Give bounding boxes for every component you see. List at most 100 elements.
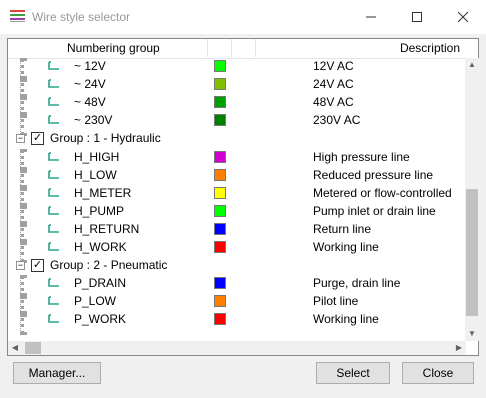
minimize-icon bbox=[366, 16, 376, 18]
tree-leaf-row[interactable]: P_DRAIN Purge, drain line bbox=[8, 275, 466, 300]
wire-style-description: Reduced pressure line bbox=[313, 167, 434, 182]
tree-group-row[interactable]: − ✓ Group : 1 - Hydraulic bbox=[8, 130, 466, 148]
tree-connector bbox=[20, 311, 24, 336]
wire-style-description: 230V AC bbox=[313, 113, 361, 128]
scroll-left-icon[interactable]: ◀ bbox=[8, 341, 22, 355]
tree-leaf-row[interactable]: P_LOW Pilot line bbox=[8, 293, 466, 318]
wire-style-description: Metered or flow-controlled bbox=[313, 185, 452, 200]
tree-leaf-row[interactable]: H_WORK Working line bbox=[8, 239, 466, 263]
tree-leaf-icon bbox=[48, 151, 59, 161]
vertical-scroll-thumb[interactable] bbox=[466, 189, 478, 316]
tree-leaf-row[interactable]: H_LOW Reduced pressure line bbox=[8, 166, 466, 191]
tree-leaf-icon bbox=[48, 314, 59, 324]
wire-style-description: High pressure line bbox=[313, 149, 410, 164]
header-color-col[interactable] bbox=[208, 39, 232, 57]
column-header: Numbering group Description bbox=[8, 39, 466, 59]
tree-leaf-icon bbox=[48, 61, 59, 70]
tree-rows: ~ 12V 12V AC ~ 24V 24V AC ~ 48V 48V AC ~ 230V 2… bbox=[8, 58, 466, 341]
color-swatch bbox=[214, 114, 226, 127]
maximize-icon bbox=[412, 12, 422, 22]
tree-leaf-row[interactable]: H_HIGH High pressure line bbox=[8, 148, 466, 173]
tree-leaf-icon bbox=[48, 278, 59, 287]
tree-leaf-row[interactable]: ~ 12V 12V AC bbox=[8, 58, 466, 82]
color-swatch bbox=[214, 277, 226, 290]
tree-leaf-icon bbox=[48, 97, 59, 106]
window-title: Wire style selector bbox=[32, 10, 131, 24]
tree-leaf-icon bbox=[48, 296, 59, 306]
tree-leaf-icon bbox=[48, 224, 59, 233]
wire-style-name: H_HIGH bbox=[74, 149, 120, 164]
color-swatch bbox=[214, 96, 226, 109]
color-swatch bbox=[214, 204, 226, 217]
wire-style-description: Working line bbox=[313, 240, 379, 254]
scroll-up-icon[interactable]: ▲ bbox=[465, 58, 479, 72]
tree-leaf-icon bbox=[48, 115, 59, 125]
wire-style-name: H_METER bbox=[74, 185, 132, 200]
color-swatch bbox=[214, 168, 226, 181]
color-swatch bbox=[214, 60, 226, 72]
header-numbering-group[interactable]: Numbering group bbox=[8, 39, 208, 57]
wire-style-description: 24V AC bbox=[313, 77, 354, 92]
manager-button[interactable]: Manager... bbox=[13, 362, 101, 384]
color-swatch bbox=[214, 241, 226, 253]
header-description[interactable]: Description bbox=[256, 39, 466, 57]
tree-leaf-row[interactable]: ~ 24V 24V AC bbox=[8, 76, 466, 101]
tree-group-row[interactable]: − ✓ Group : 2 - Pneumatic bbox=[8, 257, 466, 275]
tree-leaf-icon bbox=[48, 79, 59, 88]
group-checkbox[interactable]: ✓ bbox=[31, 132, 44, 146]
collapse-toggle-icon[interactable]: − bbox=[16, 134, 25, 144]
maximize-button[interactable] bbox=[394, 0, 440, 34]
wire-style-description: 48V AC bbox=[313, 95, 354, 110]
wire-style-name: H_RETURN bbox=[74, 221, 140, 236]
title-bar: Wire style selector bbox=[0, 0, 486, 34]
tree-leaf-icon bbox=[48, 205, 59, 215]
tree-leaf-row[interactable]: ~ 230V 230V AC bbox=[8, 112, 466, 137]
wire-style-description: Pump inlet or drain line bbox=[313, 203, 436, 218]
tree-leaf-row[interactable]: H_RETURN Return line bbox=[8, 220, 466, 245]
wire-style-name: ~ 230V bbox=[74, 113, 113, 128]
wire-style-name: H_LOW bbox=[74, 167, 117, 182]
tree-leaf-row[interactable]: H_METER Metered or flow-controlled bbox=[8, 184, 466, 209]
tree-leaf-row[interactable]: H_PUMP Pump inlet or drain line bbox=[8, 202, 466, 227]
tree-leaf-row[interactable]: P_WORK Working line bbox=[8, 311, 466, 336]
wire-style-tree-list[interactable]: Numbering group Description ~ 12V 12V AC ~… bbox=[7, 38, 479, 356]
close-button[interactable]: Close bbox=[402, 362, 474, 384]
group-checkbox[interactable]: ✓ bbox=[31, 259, 44, 273]
collapse-toggle-icon[interactable]: − bbox=[16, 261, 25, 271]
wire-style-description: 12V AC bbox=[313, 59, 354, 73]
horizontal-scrollbar[interactable]: ◀ ▶ bbox=[8, 341, 466, 355]
header-extra-col[interactable] bbox=[232, 39, 256, 57]
close-icon bbox=[457, 11, 469, 23]
wire-style-name: P_DRAIN bbox=[74, 276, 127, 291]
wire-style-name: H_WORK bbox=[74, 240, 127, 254]
wire-style-name: H_PUMP bbox=[74, 203, 125, 218]
color-swatch bbox=[214, 295, 226, 308]
scroll-down-icon[interactable]: ▼ bbox=[465, 327, 479, 341]
minimize-button[interactable] bbox=[348, 0, 394, 34]
color-swatch bbox=[214, 222, 226, 235]
tree-leaf-icon bbox=[48, 242, 59, 251]
app-icon bbox=[10, 10, 25, 22]
color-swatch bbox=[214, 78, 226, 91]
select-button[interactable]: Select bbox=[316, 362, 390, 384]
group-label: Group : 2 - Pneumatic bbox=[50, 258, 168, 273]
tree-leaf-row[interactable]: ~ 48V 48V AC bbox=[8, 94, 466, 119]
wire-style-name: ~ 48V bbox=[74, 95, 106, 110]
group-label: Group : 1 - Hydraulic bbox=[50, 131, 161, 146]
color-swatch bbox=[214, 150, 226, 163]
wire-style-description: Return line bbox=[313, 221, 372, 236]
wire-style-description: Working line bbox=[313, 312, 379, 327]
tree-leaf-icon bbox=[48, 169, 59, 179]
color-swatch bbox=[214, 186, 226, 199]
close-window-button[interactable] bbox=[440, 0, 486, 34]
scroll-right-icon[interactable]: ▶ bbox=[452, 341, 466, 355]
wire-style-name: P_WORK bbox=[74, 312, 127, 327]
wire-style-description: Purge, drain line bbox=[313, 276, 401, 291]
wire-style-name: ~ 12V bbox=[74, 59, 106, 73]
wire-style-description: Pilot line bbox=[313, 294, 359, 309]
tree-leaf-icon bbox=[48, 187, 59, 197]
vertical-scrollbar[interactable]: ▲ ▼ bbox=[465, 58, 479, 341]
horizontal-scroll-thumb[interactable] bbox=[25, 342, 41, 354]
wire-style-name: ~ 24V bbox=[74, 77, 106, 92]
color-swatch bbox=[214, 313, 226, 326]
